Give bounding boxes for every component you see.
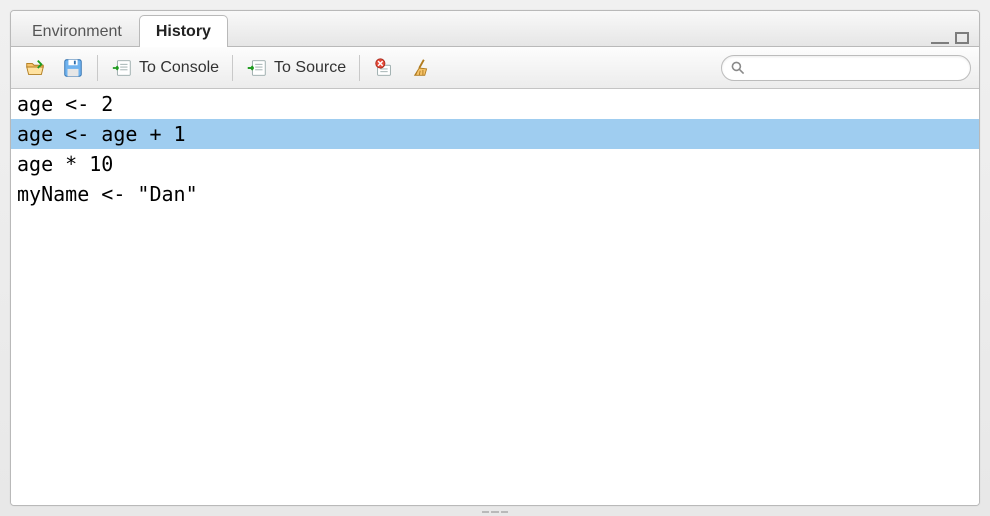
to-source-icon xyxy=(246,57,268,79)
tab-history[interactable]: History xyxy=(139,15,228,47)
history-entry[interactable]: age * 10 xyxy=(11,149,979,179)
toolbar-separator xyxy=(359,55,360,81)
search-field[interactable] xyxy=(721,55,971,81)
history-panel: Environment History xyxy=(10,10,980,506)
resize-grip[interactable] xyxy=(482,510,508,514)
tab-bar: Environment History xyxy=(11,11,979,47)
history-entry[interactable]: age <- 2 xyxy=(11,89,979,119)
toolbar-separator xyxy=(232,55,233,81)
clear-history-button[interactable] xyxy=(406,54,438,82)
to-console-label: To Console xyxy=(139,59,219,77)
save-history-button[interactable] xyxy=(57,54,89,82)
search-icon xyxy=(730,60,746,76)
remove-entries-button[interactable] xyxy=(368,54,400,82)
folder-open-icon xyxy=(24,57,46,79)
toolbar: To Console To Source xyxy=(11,47,979,89)
history-entry[interactable]: myName <- "Dan" xyxy=(11,179,979,209)
save-icon xyxy=(62,57,84,79)
minimize-pane-icon[interactable] xyxy=(931,36,949,44)
load-history-button[interactable] xyxy=(19,54,51,82)
to-source-button[interactable]: To Source xyxy=(241,54,351,82)
history-list[interactable]: age <- 2age <- age + 1age * 10myName <- … xyxy=(11,89,979,505)
pane-window-controls xyxy=(931,34,979,46)
toolbar-separator xyxy=(97,55,98,81)
search-input[interactable] xyxy=(750,60,962,76)
tab-history-label: History xyxy=(156,23,211,40)
tab-environment[interactable]: Environment xyxy=(15,15,139,47)
remove-icon xyxy=(373,57,395,79)
broom-icon xyxy=(411,57,433,79)
maximize-pane-icon[interactable] xyxy=(955,32,969,44)
tab-environment-label: Environment xyxy=(32,23,122,40)
to-source-label: To Source xyxy=(274,59,346,77)
history-entry[interactable]: age <- age + 1 xyxy=(11,119,979,149)
to-console-button[interactable]: To Console xyxy=(106,54,224,82)
to-console-icon xyxy=(111,57,133,79)
